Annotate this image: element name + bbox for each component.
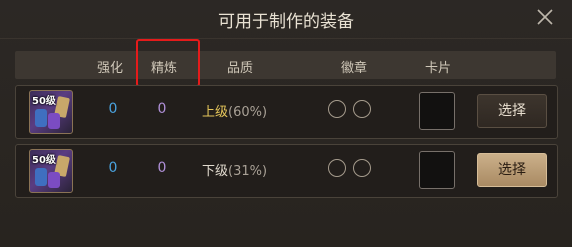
equipment-dialog: 可用于制作的装备 强化 精炼 品质 徽章 卡片 50级 0 0 上级(60%) … [0,0,572,247]
table-header: 强化 精炼 品质 徽章 卡片 [15,51,556,79]
item-level: 50级 [32,155,56,166]
gem-icon [35,168,47,186]
quality-percent: (60%) [228,105,268,120]
refine-value: 0 [157,160,167,176]
quality-percent: (31%) [228,164,268,179]
badge-slot[interactable] [328,159,346,177]
quality-level: 上级 [202,105,229,120]
column-enhance: 强化 [97,61,124,76]
column-card: 卡片 [425,61,452,76]
close-icon[interactable] [536,8,554,26]
card-slot[interactable] [419,92,455,130]
badge-slot[interactable] [353,100,371,118]
item-level: 50级 [32,96,56,107]
gem-icon [35,109,47,127]
enhance-value: 0 [108,160,118,176]
select-button[interactable]: 选择 [477,94,547,128]
dialog-title: 可用于制作的装备 [218,12,354,32]
equipment-icon[interactable]: 50级 [29,149,73,193]
refine-value: 0 [157,101,167,117]
gem-icon [48,172,60,188]
title-bar: 可用于制作的装备 [0,0,572,39]
enhance-value: 0 [108,101,118,117]
select-button[interactable]: 选择 [477,153,547,187]
card-slot[interactable] [419,151,455,189]
column-badge: 徽章 [341,61,368,76]
badge-slot[interactable] [353,159,371,177]
refine-highlight-box [136,39,200,87]
quality-value: 下级(31%) [202,160,267,179]
gem-icon [48,113,60,129]
badge-slot[interactable] [328,100,346,118]
column-quality: 品质 [227,61,254,76]
equipment-row: 50级 0 0 下级(31%) 选择 [15,144,558,198]
quality-value: 上级(60%) [202,101,267,120]
equipment-row: 50级 0 0 上级(60%) 选择 [15,85,558,139]
quality-level: 下级 [202,164,229,179]
equipment-icon[interactable]: 50级 [29,90,73,134]
